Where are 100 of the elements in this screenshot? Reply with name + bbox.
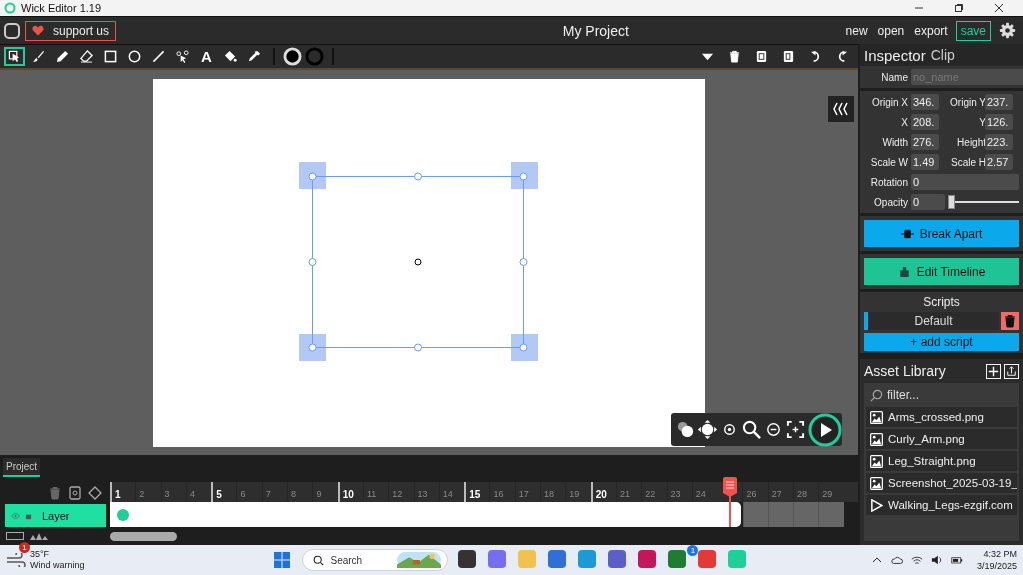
start-icon[interactable] xyxy=(274,552,291,568)
cloud-icon[interactable] xyxy=(890,554,903,566)
notification-badge: 1 xyxy=(687,545,699,556)
frame-cell[interactable] xyxy=(793,502,819,527)
field-label: Origin X xyxy=(870,96,908,108)
wind-icon xyxy=(6,553,26,567)
delete-icon[interactable] xyxy=(1001,312,1019,330)
project-title: My Project xyxy=(562,22,629,39)
save-button[interactable]: save xyxy=(955,20,991,41)
rotation-field[interactable]: 0 xyxy=(911,174,1019,190)
selection-type: Clip xyxy=(930,47,955,63)
zoom-icon[interactable] xyxy=(742,420,761,439)
text-tool[interactable]: A xyxy=(196,47,217,66)
layer-item[interactable]: Layer xyxy=(5,504,106,527)
menu-link[interactable]: open xyxy=(877,23,905,38)
battery-icon[interactable] xyxy=(950,554,963,566)
eraser-icon xyxy=(80,50,93,63)
upload-icon[interactable] xyxy=(1004,363,1019,379)
add-script-button[interactable]: + add script xyxy=(864,333,1019,351)
opacity-field[interactable]: 0 xyxy=(911,194,945,210)
play-icon xyxy=(870,498,883,512)
number-field[interactable]: 208. xyxy=(911,114,939,130)
redo-icon[interactable] xyxy=(836,50,849,63)
copy-icon[interactable] xyxy=(755,50,768,63)
menu-link[interactable]: new xyxy=(845,23,868,38)
clock-date[interactable]: 3/19/2025 xyxy=(976,560,1017,572)
image-icon xyxy=(870,410,883,424)
move-icon[interactable] xyxy=(698,420,717,439)
image-icon xyxy=(870,454,883,468)
number-field[interactable]: 1.49 xyxy=(911,154,939,170)
app-icon[interactable] xyxy=(608,550,627,568)
speaker-icon[interactable] xyxy=(930,554,943,566)
eyedropper-icon xyxy=(248,50,261,63)
rectangle-icon xyxy=(104,50,117,63)
temperature: 35°F xyxy=(30,549,51,560)
opacity-slider[interactable] xyxy=(948,195,1019,209)
clock-time[interactable]: 4:32 PM xyxy=(983,548,1017,560)
settings-icon[interactable] xyxy=(999,22,1016,39)
field-label: Scale H xyxy=(950,156,986,168)
wifi-icon[interactable] xyxy=(910,554,923,566)
app-logo-icon xyxy=(4,2,16,14)
timeline-mode-icon[interactable] xyxy=(6,532,24,540)
number-field[interactable]: 346. xyxy=(911,94,939,110)
notification-badge: 1 xyxy=(19,542,30,553)
app-icon[interactable] xyxy=(458,550,477,568)
brush-icon xyxy=(32,50,45,63)
field-label: Width xyxy=(881,136,908,148)
field-label: X xyxy=(900,116,908,128)
asset-item[interactable]: Arms_crossed.png xyxy=(866,407,1017,427)
support-button[interactable]: support us xyxy=(25,20,117,41)
field-label: Height xyxy=(956,136,986,148)
zoom-out-icon[interactable] xyxy=(764,420,783,439)
script-item[interactable]: Default xyxy=(864,312,999,330)
restore-icon[interactable] xyxy=(954,3,964,13)
select-icon xyxy=(8,50,21,63)
number-field[interactable]: 126. xyxy=(985,114,1013,130)
break-apart-button[interactable]: Break Apart xyxy=(864,220,1019,247)
asset-name: Leg_Straight.png xyxy=(888,455,976,467)
playhead[interactable] xyxy=(722,477,739,527)
play-icon[interactable] xyxy=(808,412,842,447)
keyframe-dot[interactable] xyxy=(117,508,129,521)
waveform-icon[interactable] xyxy=(30,532,48,540)
undo-icon[interactable] xyxy=(809,50,822,63)
asset-item[interactable]: Leg_Straight.png xyxy=(866,451,1017,471)
onion-skin-icon[interactable] xyxy=(676,420,695,439)
asset-item[interactable]: Walking_Legs-ezgif.com xyxy=(866,495,1017,515)
close-icon[interactable] xyxy=(994,3,1004,13)
field-label: Origin Y xyxy=(949,96,986,108)
keyframe-icon[interactable] xyxy=(88,486,102,500)
number-field[interactable]: 2.57 xyxy=(985,154,1013,170)
menu-link[interactable]: export xyxy=(914,23,948,38)
weather-note: Wind warning xyxy=(30,560,85,571)
number-field[interactable]: 237. xyxy=(985,94,1013,110)
taskbar-search-field[interactable]: Search xyxy=(302,549,449,571)
heart-icon xyxy=(32,25,44,36)
fit-screen-icon[interactable] xyxy=(786,420,805,439)
fill-color-swatch[interactable] xyxy=(283,47,302,66)
asset-item[interactable]: Curly_Arm.png xyxy=(866,429,1017,449)
clip-layer-icon[interactable] xyxy=(68,486,82,500)
select-tool[interactable] xyxy=(4,47,25,66)
frame-cell[interactable] xyxy=(742,502,768,527)
filter-field[interactable]: filter... xyxy=(866,385,1017,405)
search-icon xyxy=(870,388,883,402)
clip-icon xyxy=(897,266,911,277)
number-field[interactable]: 223. xyxy=(985,134,1013,150)
wick-logo-icon[interactable] xyxy=(4,22,20,39)
edit-timeline-button[interactable]: Edit Timeline xyxy=(864,258,1019,285)
scrollbar-thumb[interactable] xyxy=(110,531,177,541)
field-label: Opacity xyxy=(873,196,908,208)
scripts-title: Scripts xyxy=(922,295,961,309)
stroke-color-swatch[interactable] xyxy=(305,47,324,66)
paste-icon[interactable] xyxy=(782,50,795,63)
asset-name: Walking_Legs-ezgif.com xyxy=(888,499,1013,511)
timeline-tab[interactable]: Project xyxy=(3,458,41,477)
app-icon[interactable] xyxy=(638,550,657,568)
frame-cell[interactable] xyxy=(767,502,794,527)
add-icon[interactable] xyxy=(986,363,1001,379)
collapse-icon[interactable] xyxy=(828,96,854,122)
number-field[interactable]: 276. xyxy=(911,134,939,150)
frame-cell[interactable] xyxy=(818,502,844,527)
